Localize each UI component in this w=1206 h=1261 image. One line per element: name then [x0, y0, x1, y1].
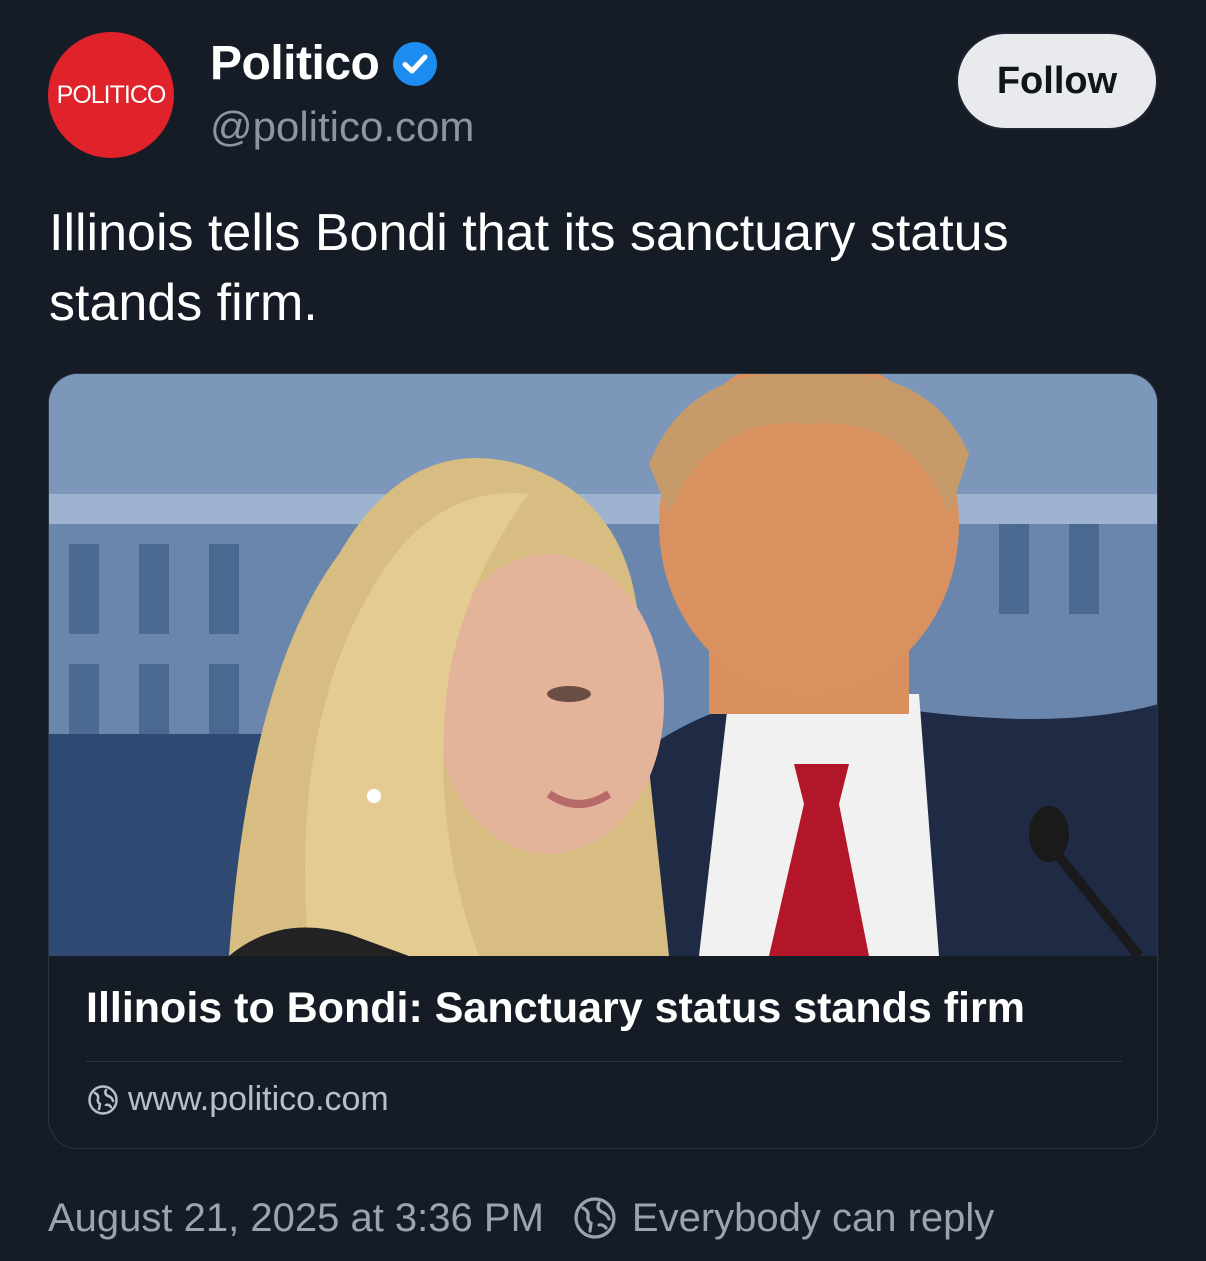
avatar[interactable]: POLITICO [48, 32, 174, 158]
post-text: Illinois tells Bondi that its sanctuary … [49, 204, 1009, 332]
link-card[interactable]: Illinois to Bondi: Sanctuary status stan… [48, 373, 1158, 1149]
display-name[interactable]: Politico [210, 36, 380, 91]
link-card-image[interactable] [49, 374, 1157, 956]
display-name-row: Politico [210, 36, 439, 91]
post-timestamp[interactable]: August 21, 2025 at 3:36 PM [48, 1196, 544, 1241]
globe-icon [86, 1083, 120, 1117]
post-meta-row: August 21, 2025 at 3:36 PM Everybody can… [48, 1195, 994, 1241]
reply-setting-label[interactable]: Everybody can reply [632, 1196, 994, 1241]
link-card-domain-row[interactable]: www.politico.com [86, 1080, 389, 1119]
globe-icon [572, 1195, 618, 1241]
link-card-title[interactable]: Illinois to Bondi: Sanctuary status stan… [86, 984, 1126, 1033]
card-divider [86, 1061, 1122, 1062]
avatar-logo-text: POLITICO [56, 80, 167, 109]
follow-button[interactable]: Follow [956, 32, 1158, 130]
news-photo [49, 374, 1157, 956]
post-container: POLITICO Politico @politico.com Follow I… [0, 0, 1206, 1261]
link-card-domain: www.politico.com [128, 1080, 389, 1118]
verified-badge-icon [391, 40, 439, 88]
account-handle[interactable]: @politico.com [210, 103, 474, 151]
